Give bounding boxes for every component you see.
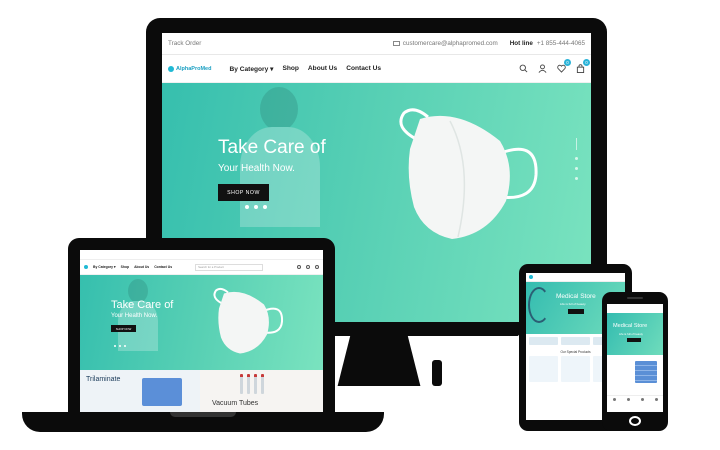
hotline-label: Hot line: [509, 40, 533, 47]
hero-title: Take Care of: [111, 299, 174, 311]
nav-by-category[interactable]: By Category ▾: [93, 265, 116, 269]
main-header: AlphaProMed By Category ▾ Shop About Us …: [162, 55, 591, 83]
product-card-title: Vacuum Tubes: [212, 400, 259, 407]
product-image: [240, 374, 264, 394]
product-tile[interactable]: [561, 356, 590, 382]
email-contact[interactable]: customercare@alphapromed.com: [392, 40, 498, 47]
hero-subtitle: Life is full of beauty: [560, 302, 586, 306]
main-nav: By Category ▾ Shop About Us Contact Us: [229, 65, 381, 73]
user-icon[interactable]: [297, 265, 301, 269]
laptop-top-bar: [80, 250, 323, 260]
phone-bottom-nav: [607, 395, 663, 403]
product-card-trilaminate[interactable]: Trilaminate: [80, 370, 200, 413]
product-tile[interactable]: [529, 356, 558, 382]
phone-product-card[interactable]: [607, 355, 663, 395]
laptop-product-cards: Trilaminate Vacuum Tubes: [80, 370, 323, 413]
header-icons: 0 0: [519, 59, 590, 73]
laptop-header-icons: [297, 265, 319, 269]
laptop-screen: By Category ▾ Shop About Us Contact Us S…: [80, 250, 323, 413]
cart-bag-icon[interactable]: 0: [576, 59, 590, 73]
wishlist-heart-icon[interactable]: 0: [557, 59, 571, 73]
search-icon[interactable]: [626, 398, 630, 401]
shop-now-button[interactable]: [568, 309, 584, 314]
phone-hero-banner: Medical Store Life is full of beauty: [607, 313, 663, 355]
logo-text: AlphaProMed: [176, 65, 212, 72]
logo-mark-icon: [168, 65, 174, 72]
laptop-hero-banner: Take Care of Your Health Now. SHOP NOW: [80, 275, 323, 370]
phone-screen: Medical Store Life is full of beauty: [607, 304, 663, 412]
wishlist-heart-icon[interactable]: [306, 265, 310, 269]
product-image: [635, 361, 657, 383]
product-card-vacuum-tubes[interactable]: Vacuum Tubes: [200, 370, 323, 413]
cart-bag-icon[interactable]: [654, 398, 658, 401]
face-mask-image: [213, 287, 284, 354]
logo-mark-icon[interactable]: [84, 265, 88, 269]
wishlist-count-badge: 0: [564, 59, 571, 66]
phone-speaker: [627, 297, 643, 299]
shop-now-button[interactable]: SHOP NOW: [111, 325, 136, 332]
hero-title: Medical Store: [613, 323, 648, 329]
cart-bag-icon[interactable]: [315, 265, 319, 269]
nav-shop[interactable]: Shop: [282, 65, 298, 73]
laptop-notch: [170, 412, 236, 417]
phone-device: Medical Store Life is full of beauty: [602, 292, 668, 431]
monitor-stand-foot: [432, 360, 442, 386]
cart-count-badge: 0: [583, 59, 590, 66]
vertical-slide-indicator[interactable]: [575, 138, 578, 180]
email-text: customercare@alphapromed.com: [402, 40, 498, 47]
stethoscope-image: [528, 287, 550, 323]
nav-about-us[interactable]: About Us: [134, 265, 149, 269]
face-mask-image: [399, 108, 538, 239]
logo-mark-icon[interactable]: [529, 275, 533, 279]
hero-subtitle: Your Health Now.: [218, 163, 295, 174]
hero-carousel-dots[interactable]: [245, 205, 267, 209]
category-tile[interactable]: [561, 337, 590, 345]
hero-title: Take Care of: [218, 137, 326, 158]
nav-shop[interactable]: Shop: [121, 265, 129, 269]
hero-subtitle: Life is full of beauty: [619, 332, 643, 336]
user-icon[interactable]: [640, 398, 644, 401]
tablet-header: [526, 273, 625, 282]
hotline-number[interactable]: +1 855-444-4065: [537, 40, 585, 47]
nav-about-us[interactable]: About Us: [308, 65, 337, 73]
laptop-device: By Category ▾ Shop About Us Contact Us S…: [68, 238, 335, 413]
search-input[interactable]: Search for a Product: [195, 263, 264, 271]
category-tile[interactable]: [529, 337, 558, 345]
hero-title: Medical Store: [556, 293, 596, 300]
site-logo[interactable]: AlphaProMed: [168, 65, 212, 72]
top-bar: Track Order customercare@alphapromed.com…: [162, 33, 591, 55]
nav-contact-us[interactable]: Contact Us: [154, 265, 172, 269]
responsive-mockup-stage: Track Order customercare@alphapromed.com…: [0, 0, 720, 450]
hero-subtitle: Your Health Now.: [111, 313, 158, 319]
user-icon[interactable]: [538, 64, 547, 73]
nav-contact-us[interactable]: Contact Us: [346, 65, 381, 73]
carousel-dot[interactable]: [245, 205, 249, 209]
laptop-header: By Category ▾ Shop About Us Contact Us S…: [80, 260, 323, 275]
track-order-link[interactable]: Track Order: [168, 40, 393, 47]
hero-carousel-dots[interactable]: [114, 345, 126, 347]
mail-icon: [392, 41, 400, 46]
search-icon[interactable]: [519, 64, 528, 73]
phone-home-button-icon: [629, 416, 641, 426]
shop-now-button[interactable]: SHOP NOW: [218, 184, 269, 201]
carousel-dot[interactable]: [263, 205, 267, 209]
monitor-stand: [337, 336, 421, 386]
product-image: [142, 378, 182, 406]
shop-now-button[interactable]: [627, 338, 641, 342]
nav-by-category[interactable]: By Category ▾: [229, 65, 273, 73]
carousel-dot[interactable]: [254, 205, 258, 209]
home-icon[interactable]: [612, 398, 616, 401]
